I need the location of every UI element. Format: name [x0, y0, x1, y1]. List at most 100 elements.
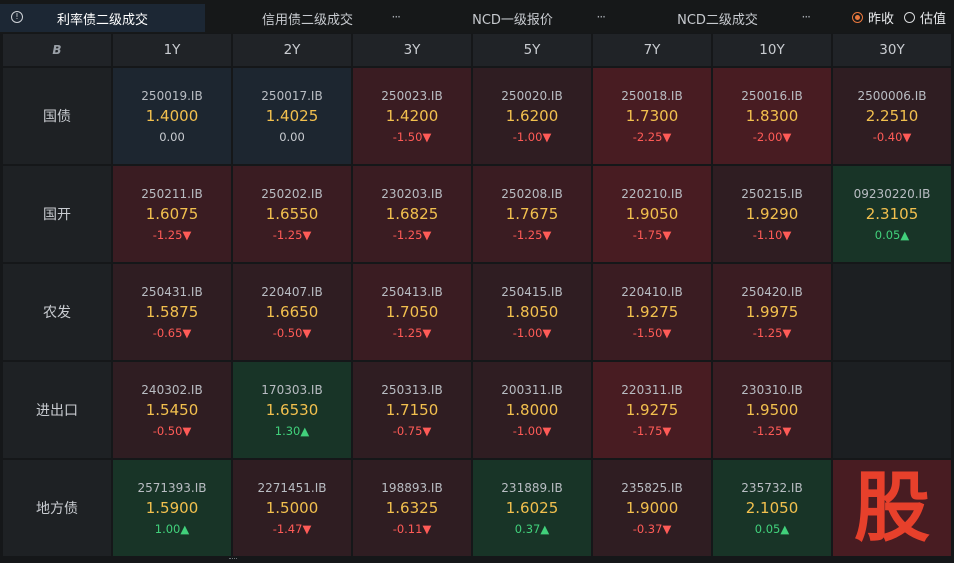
- yield-change: -1.50▼: [632, 325, 672, 340]
- yield-cell[interactable]: 250413.IB 1.7050 -1.25▼: [353, 264, 471, 360]
- yield-value: 1.6530: [265, 400, 319, 419]
- bond-code: 200311.IB: [501, 382, 563, 397]
- yield-change: -1.25▼: [512, 227, 552, 242]
- yield-cell[interactable]: 250208.IB 1.7675 -1.25▼: [473, 166, 591, 262]
- yield-change: -1.47▼: [272, 521, 312, 536]
- yield-cell[interactable]: 2271451.IB 1.5000 -1.47▼: [233, 460, 351, 556]
- yield-cell[interactable]: 220407.IB 1.6650 -0.50▼: [233, 264, 351, 360]
- yield-cell[interactable]: 198893.IB 1.6325 -0.11▼: [353, 460, 471, 556]
- yield-cell[interactable]: 220311.IB 1.9275 -1.75▼: [593, 362, 711, 458]
- yield-cell[interactable]: 09230220.IB 2.3105 0.05▲: [833, 166, 951, 262]
- yield-cell[interactable]: 250018.IB 1.7300 -2.25▼: [593, 68, 711, 164]
- bond-code: 2571393.IB: [137, 480, 207, 495]
- yield-change: -1.25▼: [392, 227, 432, 242]
- yield-cell[interactable]: 250202.IB 1.6550 -1.25▼: [233, 166, 351, 262]
- row-label[interactable]: 国开: [3, 166, 111, 262]
- yield-cell[interactable]: 250020.IB 1.6200 -1.00▼: [473, 68, 591, 164]
- yield-cell[interactable]: 2500006.IB 2.2510 -0.40▼: [833, 68, 951, 164]
- bond-code: 250413.IB: [381, 284, 443, 299]
- yield-cell[interactable]: 250420.IB 1.9975 -1.25▼: [713, 264, 831, 360]
- yield-cell[interactable]: 股: [833, 460, 951, 556]
- tab-ncd-primary-quotes[interactable]: NCD一级报价 ···: [410, 4, 615, 32]
- compare-basis-radio-group: 昨收 估值: [851, 8, 946, 27]
- tenor-header-7y[interactable]: 7Y: [593, 34, 711, 66]
- yield-cell[interactable]: [833, 264, 951, 360]
- bond-code: 250019.IB: [141, 88, 203, 103]
- yield-value: 1.7300: [625, 106, 679, 125]
- yield-cell[interactable]: 250431.IB 1.5875 -0.65▼: [113, 264, 231, 360]
- info-icon[interactable]: !: [11, 11, 23, 23]
- bond-code: 250020.IB: [501, 88, 563, 103]
- radio-label: 昨收: [867, 12, 894, 27]
- tenor-header-30y[interactable]: 30Y: [833, 34, 951, 66]
- tab-label: 利率债二级成交: [56, 12, 148, 28]
- yield-cell[interactable]: 200311.IB 1.8000 -1.00▼: [473, 362, 591, 458]
- radio-valuation[interactable]: 估值: [903, 8, 946, 27]
- yield-change: -1.25▼: [392, 325, 432, 340]
- tab-credit-bond-trades[interactable]: 信用债二级成交 ···: [205, 4, 410, 32]
- more-icon[interactable]: ···: [597, 10, 607, 24]
- yield-cell[interactable]: 220210.IB 1.9050 -1.75▼: [593, 166, 711, 262]
- tenor-header-3y[interactable]: 3Y: [353, 34, 471, 66]
- row-label[interactable]: 地方债: [3, 460, 111, 556]
- yield-cell[interactable]: 250017.IB 1.4025 0.00: [233, 68, 351, 164]
- yield-value: 1.6200: [505, 106, 559, 125]
- yield-value: 1.6325: [385, 498, 439, 517]
- bond-code: 250208.IB: [501, 186, 563, 201]
- yield-change: -0.37▼: [632, 521, 672, 536]
- tenor-header-2y[interactable]: 2Y: [233, 34, 351, 66]
- yield-cell[interactable]: 235825.IB 1.9000 -0.37▼: [593, 460, 711, 556]
- yield-value: 2.2510: [865, 106, 919, 125]
- tab-rate-bond-trades[interactable]: ! 利率债二级成交: [0, 4, 205, 32]
- row-label[interactable]: 进出口: [3, 362, 111, 458]
- yield-cell[interactable]: 250211.IB 1.6075 -1.25▼: [113, 166, 231, 262]
- yield-value: 1.6650: [265, 302, 319, 321]
- yield-cell[interactable]: 250215.IB 1.9290 -1.10▼: [713, 166, 831, 262]
- tenor-header-5y[interactable]: 5Y: [473, 34, 591, 66]
- yield-cell[interactable]: 250016.IB 1.8300 -2.00▼: [713, 68, 831, 164]
- row-label[interactable]: 农发: [3, 264, 111, 360]
- yield-change: -1.00▼: [512, 129, 552, 144]
- bond-code: 231889.IB: [501, 480, 563, 495]
- bond-code: 198893.IB: [381, 480, 443, 495]
- yield-change: -0.75▼: [392, 423, 432, 438]
- yield-value: 1.4000: [145, 106, 199, 125]
- more-icon[interactable]: ···: [392, 10, 402, 24]
- yield-cell[interactable]: 170303.IB 1.6530 1.30▲: [233, 362, 351, 458]
- yield-cell[interactable]: 250415.IB 1.8050 -1.00▼: [473, 264, 591, 360]
- yield-cell[interactable]: [833, 362, 951, 458]
- yield-change: -1.00▼: [512, 325, 552, 340]
- bond-code: 250202.IB: [261, 186, 323, 201]
- yield-value: 1.9290: [745, 204, 799, 223]
- tenor-header-1y[interactable]: 1Y: [113, 34, 231, 66]
- radio-prev-close[interactable]: 昨收: [851, 8, 894, 27]
- row-label[interactable]: 国债: [3, 68, 111, 164]
- yield-cell[interactable]: 231889.IB 1.6025 0.37▲: [473, 460, 591, 556]
- bond-code: 170303.IB: [261, 382, 323, 397]
- yield-value: 1.6075: [145, 204, 199, 223]
- yield-change: 0.00: [159, 129, 185, 144]
- yield-cell[interactable]: 250313.IB 1.7150 -0.75▼: [353, 362, 471, 458]
- bond-code: 09230220.IB: [853, 186, 931, 201]
- yield-cell[interactable]: 250019.IB 1.4000 0.00: [113, 68, 231, 164]
- yield-cell[interactable]: 235732.IB 2.1050 0.05▲: [713, 460, 831, 556]
- yield-cell[interactable]: 230203.IB 1.6825 -1.25▼: [353, 166, 471, 262]
- yield-cell[interactable]: 240302.IB 1.5450 -0.50▼: [113, 362, 231, 458]
- bond-code: 230310.IB: [741, 382, 803, 397]
- yield-cell[interactable]: 220410.IB 1.9275 -1.50▼: [593, 264, 711, 360]
- yield-cell[interactable]: 2571393.IB 1.5900 1.00▲: [113, 460, 231, 556]
- radio-unchecked-icon[interactable]: [903, 12, 915, 23]
- more-icon[interactable]: ···: [802, 10, 812, 24]
- tenor-header-10y[interactable]: 10Y: [713, 34, 831, 66]
- yield-cell[interactable]: 250023.IB 1.4200 -1.50▼: [353, 68, 471, 164]
- yield-cell[interactable]: 230310.IB 1.9500 -1.25▼: [713, 362, 831, 458]
- yield-value: 2.3105: [865, 204, 919, 223]
- radio-checked-icon[interactable]: [851, 12, 863, 23]
- bond-code: 230203.IB: [381, 186, 443, 201]
- yield-change: -1.25▼: [752, 423, 792, 438]
- tab-label: 信用债二级成交: [261, 12, 353, 28]
- tab-ncd-secondary-trades[interactable]: NCD二级成交 ···: [615, 4, 820, 32]
- yield-change: 1.00▲: [154, 521, 190, 536]
- resize-handle[interactable]: [229, 558, 237, 563]
- bond-code: 250313.IB: [381, 382, 443, 397]
